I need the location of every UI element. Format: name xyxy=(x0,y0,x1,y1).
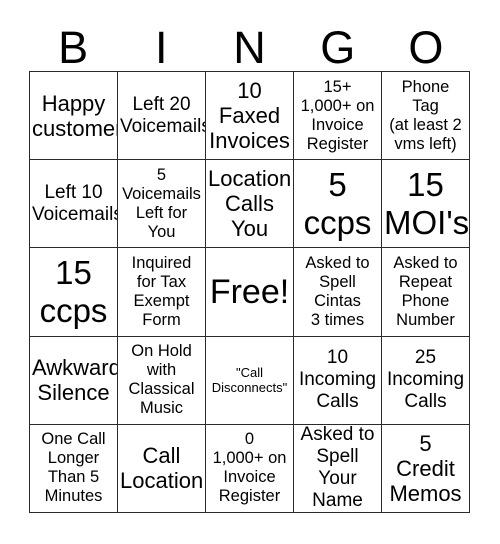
bingo-cell-o4[interactable]: 25 Incoming Calls xyxy=(382,336,470,425)
bingo-cell-b1[interactable]: Happy customer xyxy=(30,72,118,161)
bingo-cell-label: Left 20 Voicemails xyxy=(120,93,206,137)
bingo-cell-i3[interactable]: Inquired for Tax Exempt Form xyxy=(118,248,206,337)
bingo-cell-label: 10 Faxed Invoices xyxy=(209,78,290,154)
bingo-cell-g3[interactable]: Asked to Spell Cintas 3 times xyxy=(294,248,382,337)
bingo-cell-label: 10 Incoming Calls xyxy=(298,347,377,413)
bingo-cell-label: 15 MOI's xyxy=(384,165,470,241)
bingo-cell-n4[interactable]: "Call Disconnects" xyxy=(206,336,294,425)
bingo-cell-label: 15 ccps xyxy=(39,253,108,329)
bingo-cell-label: 5 Voicemails Left for You xyxy=(122,165,201,241)
bingo-header-letter-o: O xyxy=(408,22,444,73)
bingo-cell-free-space[interactable]: Free! xyxy=(206,248,294,337)
bingo-cell-g1[interactable]: 15+ 1,000+ on Invoice Register xyxy=(294,72,382,161)
bingo-cell-b2[interactable]: Left 10 Voicemails xyxy=(30,160,118,249)
bingo-cell-label: Phone Tag (at least 2 vms left) xyxy=(389,77,462,153)
bingo-cell-label: Left 10 Voicemails xyxy=(32,181,118,225)
bingo-cell-label: "Call Disconnects" xyxy=(211,365,288,396)
bingo-header-letter-n: N xyxy=(233,22,266,73)
bingo-cell-i1[interactable]: Left 20 Voicemails xyxy=(118,72,206,161)
bingo-cell-label: One Call Longer Than 5 Minutes xyxy=(41,430,106,506)
bingo-cell-i2[interactable]: 5 Voicemails Left for You xyxy=(118,160,206,249)
bingo-cell-o5[interactable]: 5 Credit Memos xyxy=(382,424,470,513)
bingo-cell-g4[interactable]: 10 Incoming Calls xyxy=(294,336,382,425)
bingo-cell-label: 15+ 1,000+ on Invoice Register xyxy=(300,77,375,153)
bingo-free-space-label: Free! xyxy=(209,272,290,311)
bingo-cell-b3[interactable]: 15 ccps xyxy=(30,248,118,337)
bingo-cell-label: On Hold with Classical Music xyxy=(128,342,195,418)
bingo-cell-label: Asked to Spell Your Name xyxy=(300,424,375,512)
bingo-cell-n1[interactable]: 10 Faxed Invoices xyxy=(206,72,294,161)
bingo-cell-i5[interactable]: Call Location xyxy=(118,424,206,513)
bingo-cell-label: Call Location xyxy=(120,443,204,494)
bingo-grid: Happy customer Left 20 Voicemails 10 Fax… xyxy=(29,71,470,513)
bingo-cell-g5[interactable]: Asked to Spell Your Name xyxy=(294,424,382,513)
bingo-cell-label: Asked to Repeat Phone Number xyxy=(393,253,458,329)
bingo-cell-o3[interactable]: Asked to Repeat Phone Number xyxy=(382,248,470,337)
bingo-cell-label: Location Calls You xyxy=(208,166,292,242)
bingo-cell-n2[interactable]: Location Calls You xyxy=(206,160,294,249)
bingo-cell-label: Happy customer xyxy=(32,90,118,141)
bingo-cell-label: 0 1,000+ on Invoice Register xyxy=(212,430,287,506)
bingo-cell-g2[interactable]: 5 ccps xyxy=(294,160,382,249)
bingo-cell-o1[interactable]: Phone Tag (at least 2 vms left) xyxy=(382,72,470,161)
bingo-cell-label: Inquired for Tax Exempt Form xyxy=(131,253,192,329)
bingo-cell-label: 25 Incoming Calls xyxy=(386,347,465,413)
bingo-header-row: B I N G O xyxy=(29,14,470,71)
bingo-header-letter-b: B xyxy=(58,22,89,73)
bingo-cell-b5[interactable]: One Call Longer Than 5 Minutes xyxy=(30,424,118,513)
bingo-cell-label: 5 ccps xyxy=(303,165,372,241)
bingo-cell-label: 5 Credit Memos xyxy=(389,430,462,506)
bingo-cell-label: Asked to Spell Cintas 3 times xyxy=(305,253,370,329)
bingo-card: B I N G O Happy customer Left 20 Voicema… xyxy=(0,0,500,544)
bingo-cell-b4[interactable]: Awkward Silence xyxy=(30,336,118,425)
bingo-cell-n5[interactable]: 0 1,000+ on Invoice Register xyxy=(206,424,294,513)
bingo-cell-o2[interactable]: 15 MOI's xyxy=(382,160,470,249)
bingo-cell-label: Awkward Silence xyxy=(32,355,118,406)
bingo-header-letter-i: I xyxy=(155,22,168,73)
bingo-header-letter-g: G xyxy=(320,22,356,73)
bingo-cell-i4[interactable]: On Hold with Classical Music xyxy=(118,336,206,425)
